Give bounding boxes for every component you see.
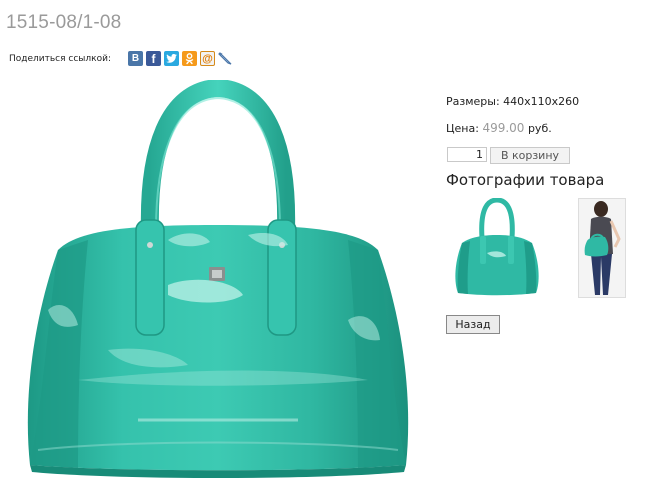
photos-heading: Фотографии товара: [446, 171, 605, 189]
price-label: Цена:: [446, 122, 479, 135]
price-value: 499.00: [482, 121, 525, 135]
main-product-photo[interactable]: [18, 78, 418, 490]
livejournal-icon[interactable]: [218, 51, 233, 66]
product-title: 1515-08/1-08: [6, 12, 122, 33]
facebook-icon[interactable]: f: [145, 51, 161, 66]
size-label: Размеры:: [446, 95, 500, 108]
add-to-cart-button[interactable]: В корзину: [490, 147, 570, 164]
vkontakte-icon[interactable]: B: [127, 51, 143, 66]
size-line: Размеры: 440x110x260: [446, 95, 579, 108]
back-button[interactable]: Назад: [446, 315, 500, 334]
currency: руб.: [527, 122, 552, 135]
share-label: Поделиться ссылкой:: [9, 53, 111, 64]
thumbnail-model[interactable]: [578, 198, 626, 298]
size-value: 440x110x260: [503, 95, 580, 108]
quantity-input[interactable]: [447, 147, 487, 162]
price-line: Цена: 499.00 руб.: [446, 121, 552, 135]
thumbnail-bag[interactable]: [452, 197, 542, 298]
share-icons: B f @: [127, 51, 233, 66]
mail-icon[interactable]: @: [199, 51, 215, 66]
twitter-icon[interactable]: [163, 51, 179, 66]
odnoklassniki-icon[interactable]: [181, 51, 197, 66]
share-bar: Поделиться ссылкой: B f @: [9, 51, 233, 66]
